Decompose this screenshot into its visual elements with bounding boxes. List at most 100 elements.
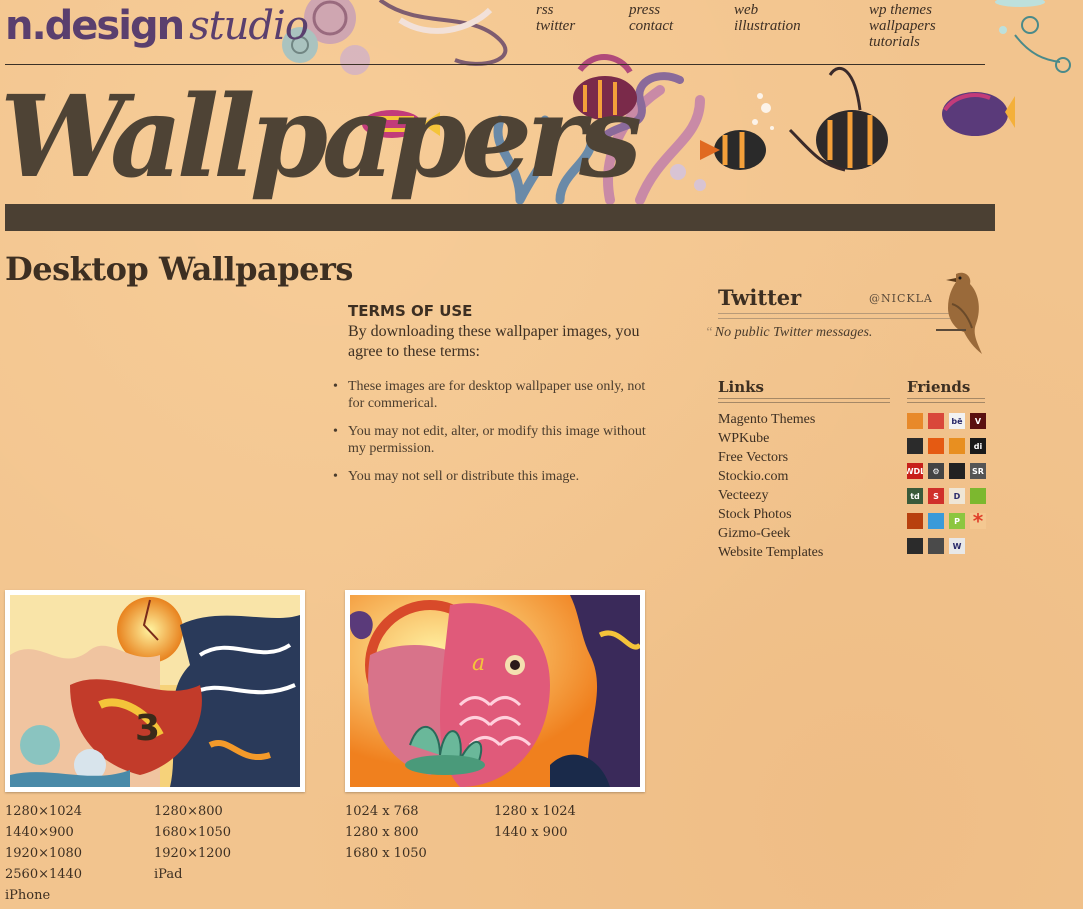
terms-item: You may not sell or distribute this imag… bbox=[333, 468, 648, 485]
link-magento-themes[interactable]: Magento Themes bbox=[718, 410, 823, 429]
site-logo[interactable]: n.design studio bbox=[5, 2, 309, 50]
friends-icon-row: W bbox=[907, 538, 987, 563]
link-free-vectors[interactable]: Free Vectors bbox=[718, 448, 823, 467]
terms-heading: TERMS OF USE bbox=[348, 302, 473, 320]
friends-heading: Friends bbox=[907, 378, 971, 396]
twitter-handle[interactable]: @NICKLA bbox=[869, 292, 933, 305]
terms-intro: By downloading these wallpaper images, y… bbox=[348, 323, 640, 360]
nav-column-4: wp themes wallpapers tutorials bbox=[869, 2, 936, 50]
links-list: Magento Themes WPKube Free Vectors Stock… bbox=[718, 410, 823, 562]
links-heading: Links bbox=[718, 378, 764, 396]
friend-site-icon[interactable]: td bbox=[907, 488, 923, 504]
resolution-link[interactable]: 1440×900 bbox=[5, 822, 82, 843]
friend-site-icon[interactable]: WDL bbox=[907, 463, 923, 479]
nav-link-contact[interactable]: contact bbox=[629, 18, 673, 34]
friend-site-icon[interactable] bbox=[907, 538, 923, 554]
resolution-link[interactable]: 1280 x 800 bbox=[345, 822, 427, 843]
header-divider bbox=[5, 64, 985, 65]
resolution-link[interactable]: 1440 x 900 bbox=[494, 822, 576, 843]
friend-site-icon[interactable]: di bbox=[970, 438, 986, 454]
banner-title: Wallpapers bbox=[0, 72, 642, 203]
header-dark-bar bbox=[5, 204, 995, 231]
friends-icon-row: di bbox=[907, 438, 987, 463]
friend-site-icon[interactable]: S bbox=[928, 488, 944, 504]
terms-of-use: TERMS OF USE By downloading these wallpa… bbox=[333, 302, 648, 496]
logo-italic-text: studio bbox=[189, 3, 309, 49]
friend-site-icon[interactable]: V bbox=[970, 413, 986, 429]
koi-resolutions-col1: 1024 x 768 1280 x 800 1680 x 1050 bbox=[345, 801, 427, 864]
link-website-templates[interactable]: Website Templates bbox=[718, 543, 823, 562]
nav-link-wallpapers[interactable]: wallpapers bbox=[869, 18, 936, 34]
resolution-link[interactable]: 1680 x 1050 bbox=[345, 843, 427, 864]
friend-site-icon[interactable] bbox=[970, 488, 986, 504]
terms-list: These images are for desktop wallpaper u… bbox=[333, 378, 648, 485]
resolution-link[interactable]: 1024 x 768 bbox=[345, 801, 427, 822]
twitter-divider bbox=[718, 313, 950, 319]
bird-icon bbox=[936, 272, 982, 354]
twitter-heading: Twitter bbox=[718, 285, 802, 310]
friend-site-icon[interactable]: SR bbox=[970, 463, 986, 479]
link-wpkube[interactable]: WPKube bbox=[718, 429, 823, 448]
resolution-link[interactable]: 1920×1200 bbox=[154, 843, 231, 864]
wave-wallpaper-image: 3 bbox=[10, 595, 300, 787]
friend-site-icon[interactable]: ⚙ bbox=[928, 463, 944, 479]
resolution-link[interactable]: 1920×1080 bbox=[5, 843, 82, 864]
friend-site-icon[interactable] bbox=[949, 438, 965, 454]
svg-text:a: a bbox=[472, 651, 485, 676]
nav-column-1: rss twitter bbox=[536, 2, 575, 34]
link-vecteezy[interactable]: Vecteezy bbox=[718, 486, 823, 505]
links-divider bbox=[718, 398, 890, 403]
twitter-message: “No public Twitter messages. bbox=[705, 325, 872, 341]
friends-icon-row: td S D bbox=[907, 488, 987, 513]
resolution-link[interactable]: iPad bbox=[154, 864, 231, 885]
koi-wallpaper-image: a bbox=[350, 595, 642, 787]
nav-link-press[interactable]: press bbox=[629, 2, 673, 18]
nav-link-illustration[interactable]: illustration bbox=[734, 18, 801, 34]
nav-link-web[interactable]: web bbox=[734, 2, 801, 18]
resolution-link[interactable]: 1280×1024 bbox=[5, 801, 82, 822]
wallpaper-thumbnail-koi[interactable]: a bbox=[345, 590, 645, 792]
friends-icon-row: bē V bbox=[907, 413, 987, 438]
twitter-message-text: No public Twitter messages. bbox=[714, 325, 873, 340]
koi-resolutions-col2: 1280 x 1024 1440 x 900 bbox=[494, 801, 576, 843]
resolution-link[interactable]: 2560×1440 bbox=[5, 864, 82, 885]
nav-column-2: press contact bbox=[629, 2, 673, 34]
friends-icon-row: P * bbox=[907, 513, 987, 538]
friends-icon-grid: bē Vdi WDL ⚙ SR td S D P * W bbox=[907, 413, 987, 563]
friend-site-icon[interactable] bbox=[907, 513, 923, 529]
logo-bold-text: n.design bbox=[5, 3, 185, 49]
wallpaper-thumbnail-wave[interactable]: 3 bbox=[5, 590, 305, 792]
friend-site-icon[interactable] bbox=[928, 413, 944, 429]
wave-resolutions-col2: 1280×800 1680×1050 1920×1200 iPad bbox=[154, 801, 231, 885]
friend-site-icon[interactable]: * bbox=[970, 513, 986, 529]
friend-site-icon[interactable] bbox=[928, 438, 944, 454]
terms-item: These images are for desktop wallpaper u… bbox=[333, 378, 648, 412]
friend-site-icon[interactable]: W bbox=[949, 538, 965, 554]
nav-link-rss[interactable]: rss bbox=[536, 2, 575, 18]
friend-site-icon[interactable]: bē bbox=[949, 413, 965, 429]
resolution-link[interactable]: 1280×800 bbox=[154, 801, 231, 822]
svg-text:3: 3 bbox=[135, 708, 160, 749]
friends-divider bbox=[907, 398, 985, 403]
resolution-link[interactable]: 1680×1050 bbox=[154, 822, 231, 843]
friend-site-icon[interactable]: P bbox=[949, 513, 965, 529]
nav-link-twitter[interactable]: twitter bbox=[536, 18, 575, 34]
friend-site-icon[interactable] bbox=[928, 513, 944, 529]
page-title: Desktop Wallpapers bbox=[5, 250, 353, 288]
friend-site-icon[interactable] bbox=[949, 463, 965, 479]
friend-site-icon[interactable] bbox=[928, 538, 944, 554]
quote-icon: “ bbox=[705, 325, 713, 340]
nav-link-wp-themes[interactable]: wp themes bbox=[869, 2, 936, 18]
friend-site-icon[interactable] bbox=[907, 438, 923, 454]
nav-link-tutorials[interactable]: tutorials bbox=[869, 34, 936, 50]
friend-site-icon[interactable]: D bbox=[949, 488, 965, 504]
terms-item: You may not edit, alter, or modify this … bbox=[333, 423, 648, 457]
resolution-link[interactable]: 1280 x 1024 bbox=[494, 801, 576, 822]
link-stock-photos[interactable]: Stock Photos bbox=[718, 505, 823, 524]
resolution-link[interactable]: iPhone bbox=[5, 885, 82, 906]
friend-site-icon[interactable] bbox=[907, 413, 923, 429]
link-gizmo-geek[interactable]: Gizmo-Geek bbox=[718, 524, 823, 543]
link-stockio[interactable]: Stockio.com bbox=[718, 467, 823, 486]
friends-icon-row: WDL ⚙ SR bbox=[907, 463, 987, 488]
nav-column-3: web illustration bbox=[734, 2, 801, 34]
